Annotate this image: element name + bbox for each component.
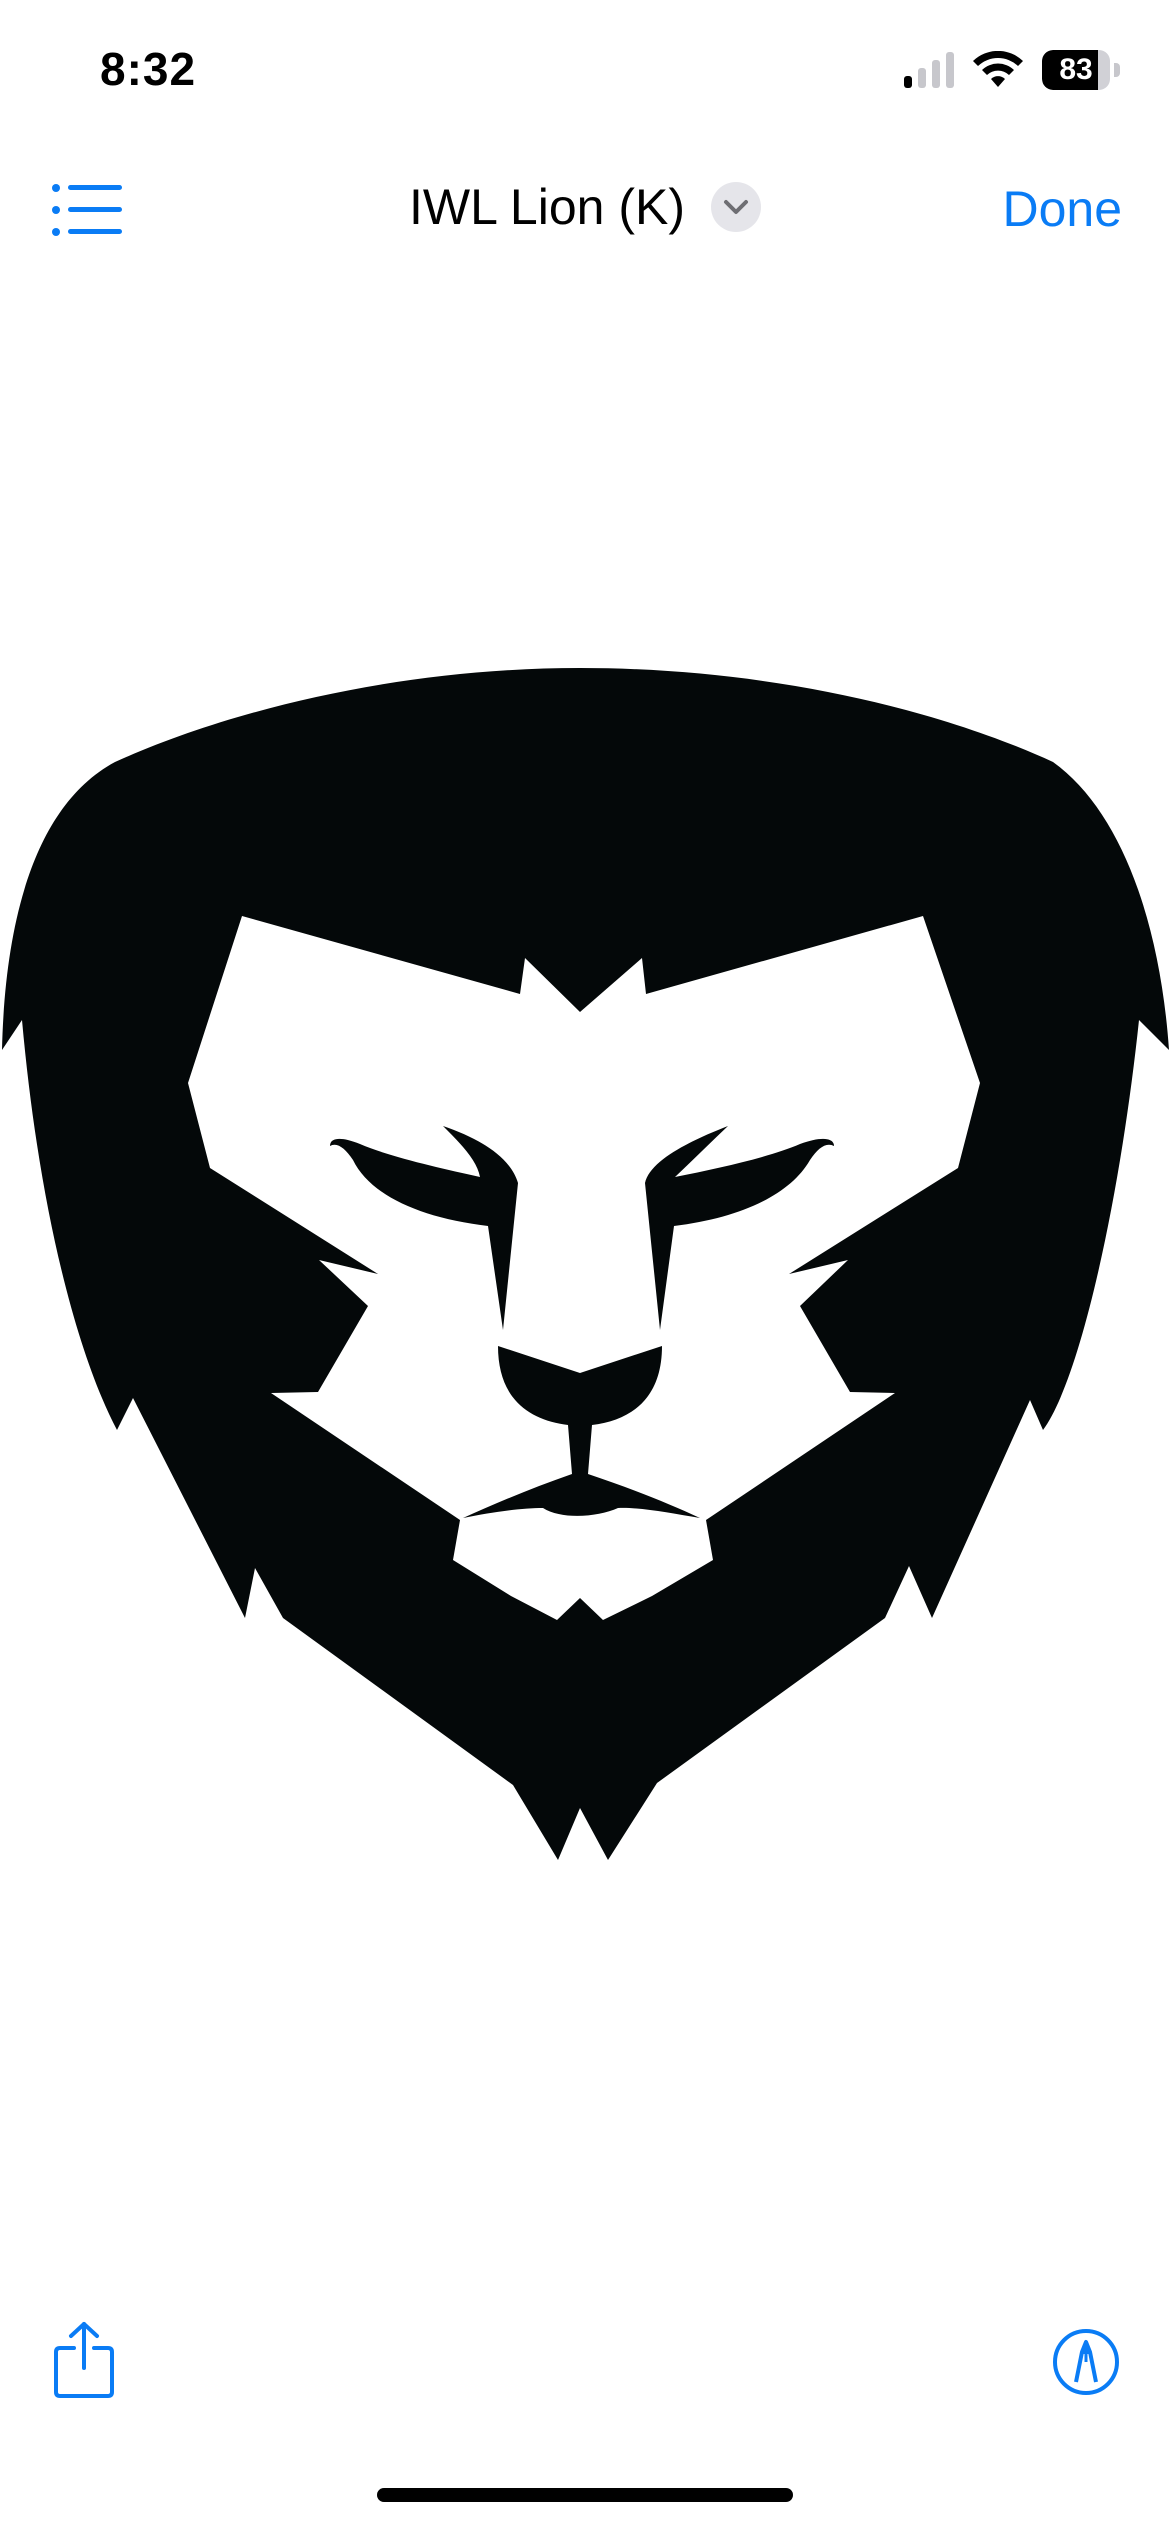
status-time: 8:32: [100, 43, 197, 95]
share-button[interactable]: [52, 2320, 116, 2400]
home-indicator[interactable]: [377, 2488, 793, 2502]
markup-icon: [1053, 2329, 1119, 2395]
title-area: IWL Lion (K): [0, 178, 1170, 236]
status-bar: 8:32 83: [0, 0, 1170, 150]
wifi-icon: [972, 51, 1024, 89]
lion-head-logo: [2, 668, 1169, 1860]
navigation-bar: IWL Lion (K) Done: [0, 150, 1170, 270]
battery-level-text: 83: [1059, 53, 1093, 86]
cellular-signal-icon: [904, 52, 954, 88]
share-icon: [54, 2322, 114, 2398]
done-button[interactable]: Done: [1002, 180, 1122, 238]
image-viewer[interactable]: [0, 270, 1170, 2270]
markup-button[interactable]: [1052, 2328, 1120, 2396]
status-icons: 83: [904, 50, 1122, 90]
chevron-down-icon: [724, 200, 748, 214]
battery-icon: 83: [1042, 50, 1122, 90]
document-title[interactable]: IWL Lion (K): [409, 178, 685, 236]
title-menu-button[interactable]: [711, 182, 761, 232]
